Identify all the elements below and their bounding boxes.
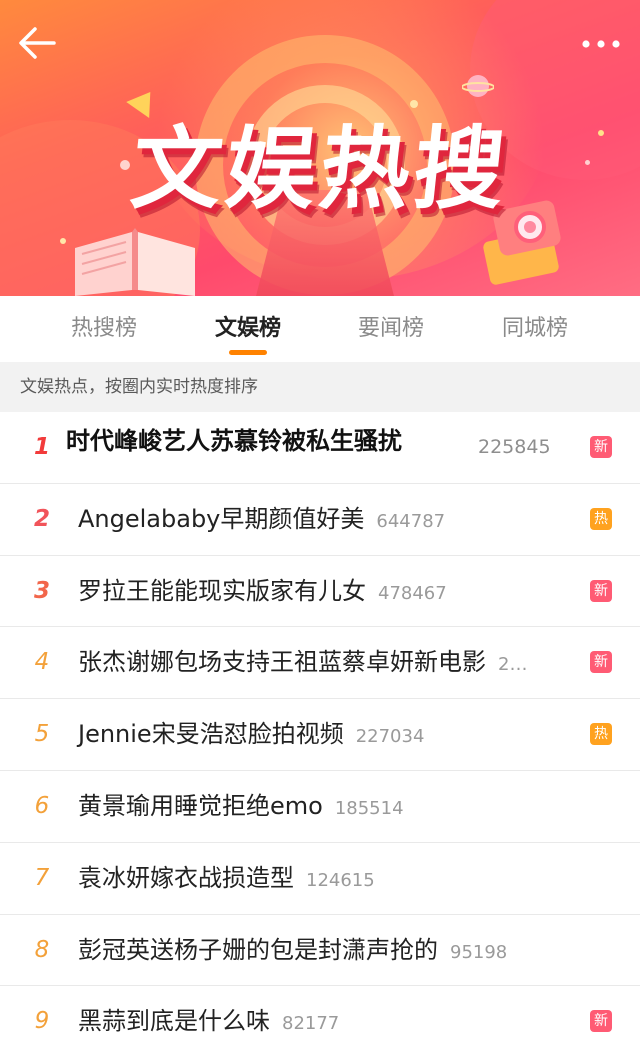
heat-count: 227034	[355, 726, 425, 748]
rank-number: 2	[33, 505, 50, 532]
list-item[interactable]: 6 黄景瑜用睡觉拒绝emo 185514	[0, 771, 640, 843]
topic-title: Jennie宋旻浩怼脸拍视频 227034	[78, 699, 424, 772]
topic-title-text: 袁冰妍嫁衣战损造型	[78, 863, 294, 892]
rank-number: 5	[34, 721, 50, 748]
list-item[interactable]: 1 时代峰峻艺人苏慕铃被私生骚扰 225845 新	[0, 412, 640, 484]
new-badge: 新	[590, 436, 612, 458]
topic-title-text: 彭冠英送杨子姗的包是封潇声抢的	[78, 935, 438, 964]
hot-badge: 热	[590, 507, 612, 530]
list-item[interactable]: 5 Jennie宋旻浩怼脸拍视频 227034 热	[0, 699, 640, 771]
sparkle-icon	[410, 100, 418, 108]
topic-title: 袁冰妍嫁衣战损造型 124615	[78, 843, 375, 916]
list-item[interactable]: 4 张杰谢娜包场支持王祖蓝蔡卓妍新电影 2… 新	[0, 627, 640, 700]
tab-bar: 热搜榜 文娱榜 要闻榜 同城榜	[0, 296, 640, 362]
rank-number: 9	[34, 1008, 50, 1035]
list-subtitle: 文娱热点，按圈内实时热度排序	[0, 362, 640, 412]
list-item[interactable]: 2 Angelababy早期颜值好美 644787 热	[0, 484, 640, 556]
new-badge: 新	[590, 1010, 612, 1033]
heat-count: 478467	[378, 582, 447, 604]
banner-title: 文娱热搜	[126, 117, 514, 222]
topic-title-text: Angelababy早期颜值好美	[78, 504, 365, 533]
new-badge: 新	[590, 651, 612, 674]
more-dots-icon[interactable]	[578, 30, 624, 58]
rank-number: 6	[34, 792, 50, 819]
sparkle-icon	[60, 238, 66, 244]
tab-news[interactable]: 要闻榜	[331, 310, 451, 342]
topic-title: 张杰谢娜包场支持王祖蓝蔡卓妍新电影 2…	[78, 627, 527, 700]
rank-number: 3	[33, 577, 50, 604]
topic-title-text: 黑蒜到底是什么味	[78, 1007, 270, 1036]
banner: 文娱热搜	[0, 0, 640, 296]
topic-title: 彭冠英送杨子姗的包是封潇声抢的 95198	[78, 915, 507, 988]
list-item[interactable]: 9 黑蒜到底是什么味 82177 新	[0, 986, 640, 1049]
topic-title: 罗拉王能能现实版家有儿女 478467	[78, 556, 447, 629]
tab-entertainment[interactable]: 文娱榜	[188, 310, 308, 342]
rank-number: 8	[34, 936, 50, 963]
topic-title-text: 黄景瑜用睡觉拒绝emo	[78, 791, 323, 820]
book-icon	[75, 228, 195, 296]
topic-title: 时代峰峻艺人苏慕铃被私生骚扰	[66, 427, 402, 455]
topic-title-text: Jennie宋旻浩怼脸拍视频	[78, 720, 344, 749]
heat-count: 124615	[306, 869, 375, 891]
rank-number: 1	[33, 434, 50, 460]
back-arrow-icon[interactable]	[18, 26, 58, 60]
active-tab-indicator	[229, 350, 267, 355]
topic-title: 黄景瑜用睡觉拒绝emo 185514	[78, 771, 404, 844]
topic-title-text: 罗拉王能能现实版家有儿女	[78, 576, 366, 605]
rank-number: 7	[34, 864, 50, 891]
topic-title: 黑蒜到底是什么味 82177	[78, 986, 339, 1049]
heat-count: 225845	[478, 436, 551, 458]
tab-hot-search[interactable]: 热搜榜	[44, 310, 164, 342]
hot-badge: 热	[590, 723, 612, 746]
rank-number: 4	[34, 649, 50, 676]
heat-count: 644787	[376, 510, 446, 532]
list-item[interactable]: 8 彭冠英送杨子姗的包是封潇声抢的 95198	[0, 915, 640, 987]
topic-title: Angelababy早期颜值好美 644787	[78, 484, 445, 557]
heat-count: 82177	[282, 1013, 340, 1035]
list-item[interactable]: 7 袁冰妍嫁衣战损造型 124615	[0, 843, 640, 915]
heat-count: 2…	[498, 654, 528, 676]
new-badge: 新	[590, 579, 612, 602]
topic-title-text: 张杰谢娜包场支持王祖蓝蔡卓妍新电影	[78, 648, 486, 677]
list-item[interactable]: 3 罗拉王能能现实版家有儿女 478467 新	[0, 556, 640, 628]
heat-count: 95198	[450, 941, 508, 963]
trending-list: 1 时代峰峻艺人苏慕铃被私生骚扰 225845 新 2 Angelababy早期…	[0, 412, 640, 1049]
tab-local[interactable]: 同城榜	[475, 310, 595, 342]
heat-count: 185514	[334, 797, 404, 819]
planet-icon	[462, 75, 494, 97]
